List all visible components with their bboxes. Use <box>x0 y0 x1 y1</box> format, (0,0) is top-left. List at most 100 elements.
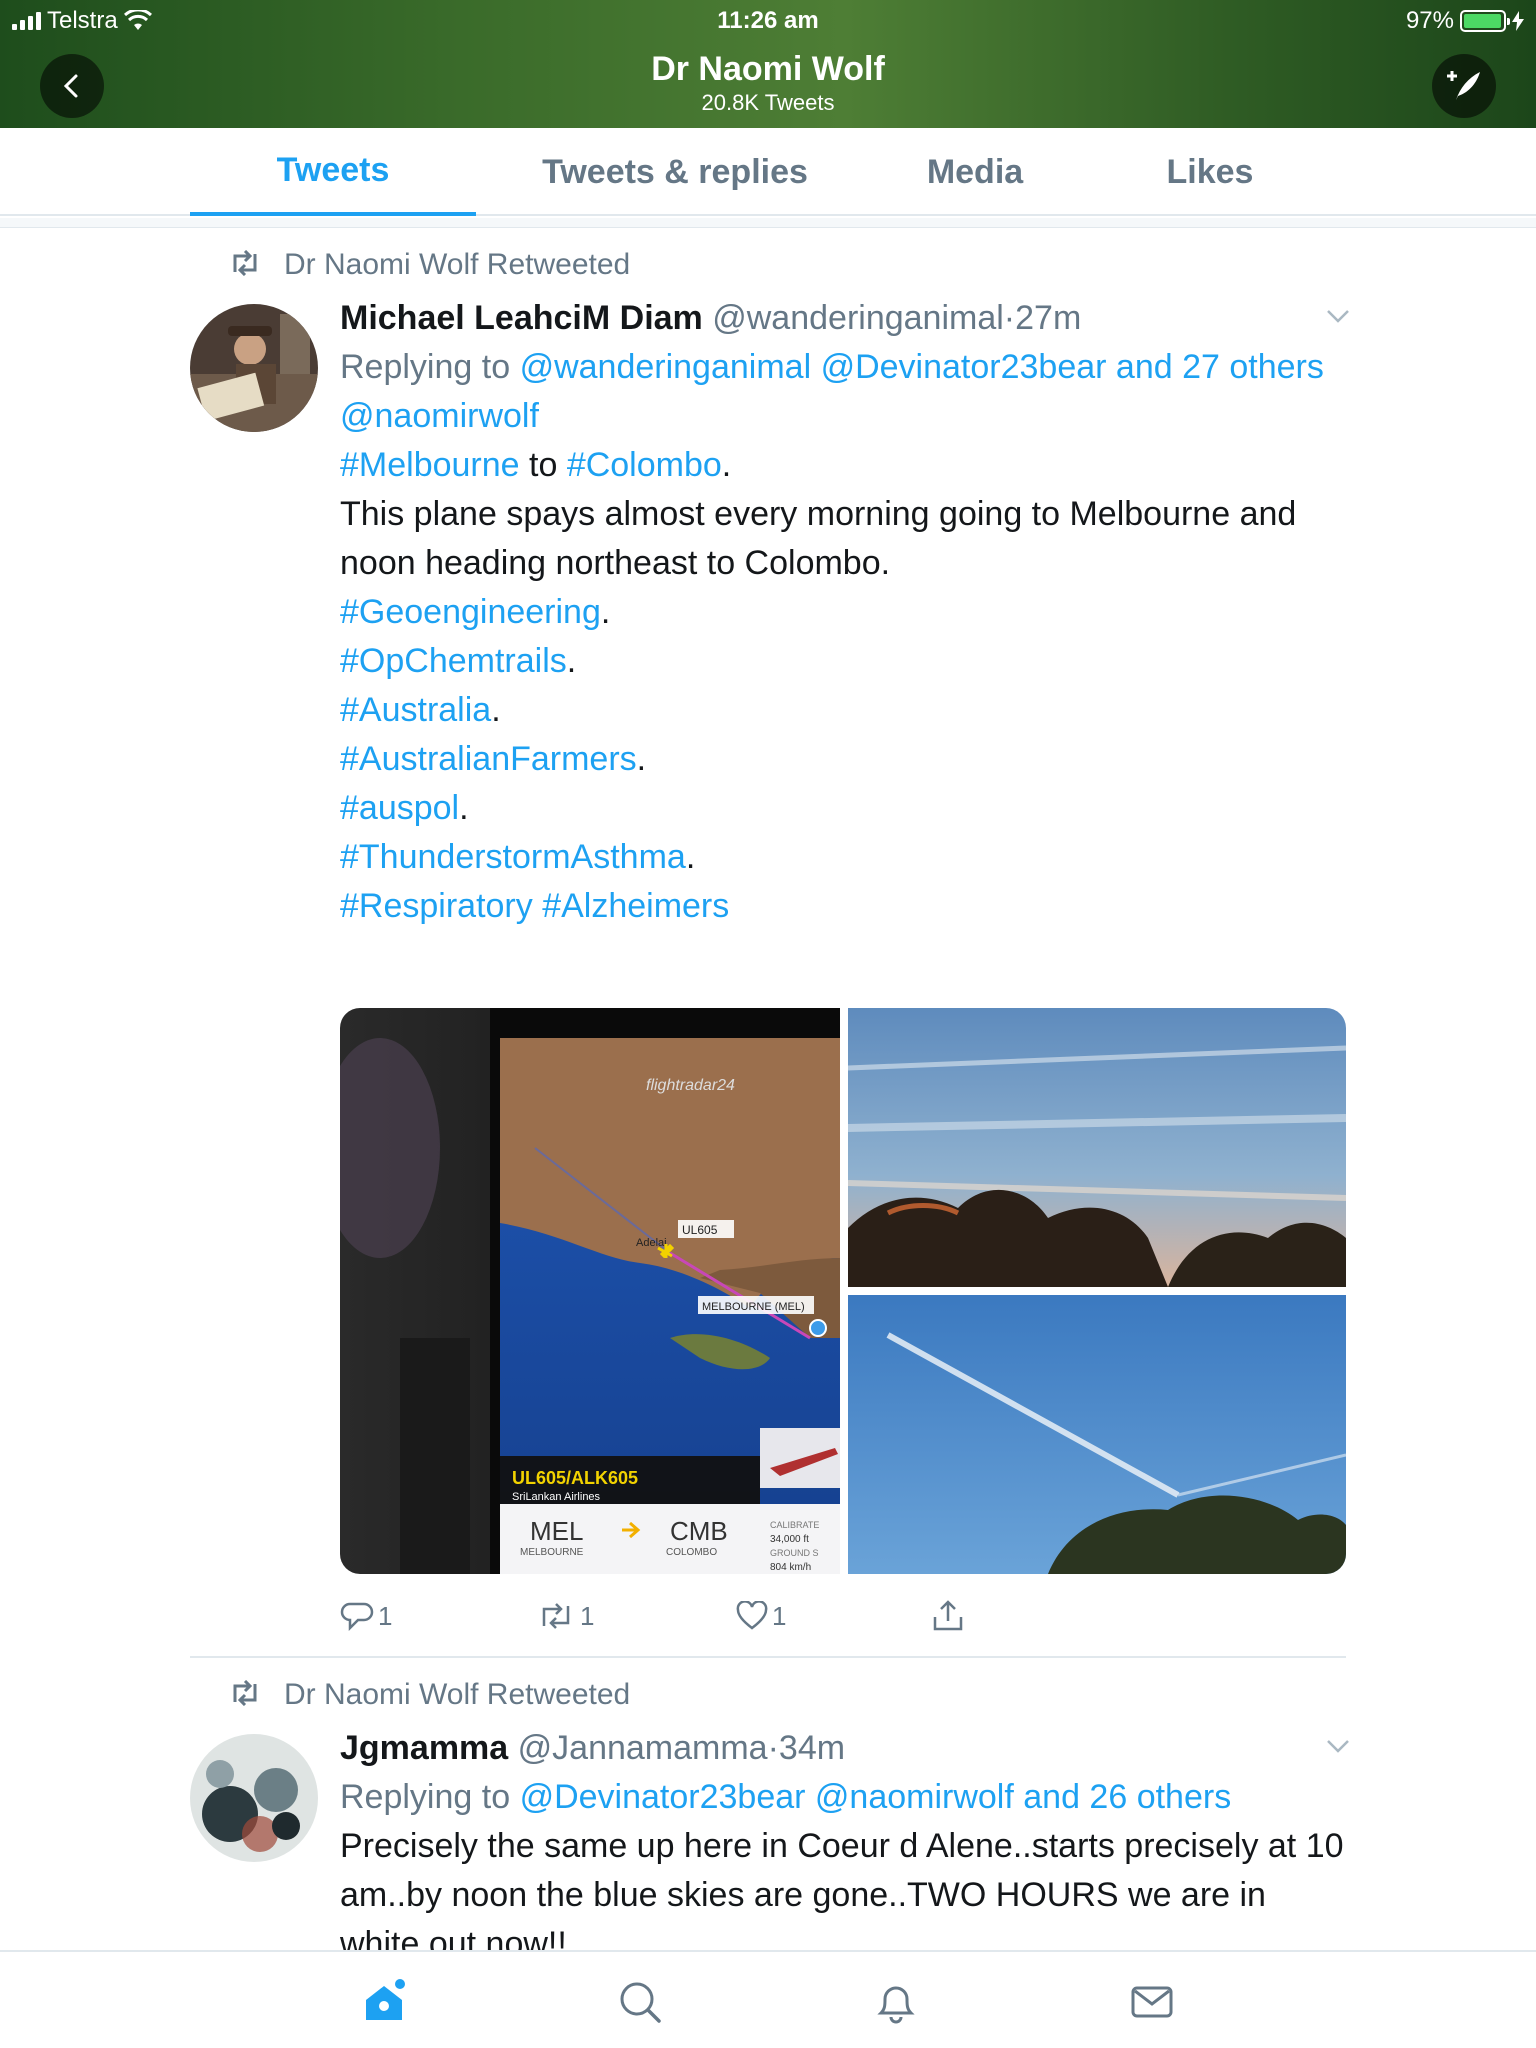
tweet-line: #auspol. <box>340 784 1350 833</box>
hashtag-melbourne[interactable]: #Melbourne <box>340 446 520 484</box>
retweet-icon <box>233 250 257 276</box>
search-icon <box>620 1982 661 2023</box>
tweet-line: #Geoengineering. <box>340 588 1350 637</box>
altitude-value: 34,000 ft <box>770 1534 809 1545</box>
status-bar: Telstra 11:26 am 97% <box>0 0 1536 40</box>
like-button[interactable]: 1 <box>736 1594 786 1638</box>
retweet-icon <box>542 1603 570 1629</box>
period: . <box>636 740 647 778</box>
author-handle[interactable]: @Jannamamma <box>518 1729 768 1767</box>
tweet-text: @naomirwolf #Melbourne to #Colombo. This… <box>340 392 1350 931</box>
share-button[interactable] <box>932 1594 964 1638</box>
tweet-line: #Australia. <box>340 686 1350 735</box>
reply-button[interactable]: 1 <box>340 1594 392 1638</box>
messages-icon <box>1131 1986 1173 2018</box>
retweet-label: Dr Naomi Wolf Retweeted <box>284 248 631 281</box>
mention-link[interactable]: @naomirwolf <box>340 392 1350 441</box>
author-handle[interactable]: @wanderinganimal <box>712 299 1004 337</box>
replying-handles[interactable]: @wanderinganimal @Devinator23bear and 27… <box>520 348 1324 386</box>
separator-dot: · <box>1003 299 1016 337</box>
heart-icon <box>736 1601 768 1630</box>
author-name[interactable]: Michael LeahciM Diam <box>340 299 703 337</box>
replying-handles[interactable]: @Devinator23bear @naomirwolf and 26 othe… <box>520 1778 1232 1816</box>
chevron-down-icon[interactable] <box>1326 308 1350 324</box>
avatar-image <box>190 304 318 432</box>
text-to: to <box>519 446 567 484</box>
avatar[interactable] <box>190 304 318 432</box>
share-icon <box>933 1600 963 1631</box>
tab-media[interactable]: Media <box>880 128 1070 216</box>
app-name-label: flightradar24 <box>646 1077 735 1094</box>
retweet-context: Dr Naomi Wolf Retweeted <box>233 248 631 282</box>
retweet-button[interactable]: 1 <box>536 1594 594 1638</box>
home-icon <box>366 1979 405 2020</box>
speed-label: GROUND S <box>770 1548 819 1558</box>
retweet-label: Dr Naomi Wolf Retweeted <box>284 1678 631 1711</box>
nav-notifications[interactable] <box>868 1974 924 2030</box>
tweet-line: #Melbourne to #Colombo. <box>340 441 1350 490</box>
tweet-header: Jgmamma @Jannamamma·34m <box>340 1724 1350 1773</box>
avatar-image <box>190 1734 318 1862</box>
retweet-count: 1 <box>580 1600 595 1631</box>
replying-to: Replying to @Devinator23bear @naomirwolf… <box>340 1773 1350 1822</box>
tweet-line: #OpChemtrails. <box>340 637 1350 686</box>
sky-photo-contrail[interactable] <box>848 1295 1346 1574</box>
tweet-body-text: This plane spays almost every morning go… <box>340 495 1297 582</box>
to-code: CMB <box>670 1516 728 1546</box>
tab-tweets[interactable]: Tweets <box>190 128 476 216</box>
compose-button[interactable] <box>1432 54 1496 118</box>
retweet-icon <box>233 1680 257 1706</box>
tweet-content: Jgmamma @Jannamamma·34m Replying to @Dev… <box>340 1724 1350 1950</box>
city-label-adelaide: Adelai <box>636 1237 667 1249</box>
replying-to: Replying to @wanderinganimal @Devinator2… <box>340 343 1350 392</box>
period: . <box>600 593 611 631</box>
replying-prefix: Replying to <box>340 1778 511 1816</box>
from-code: MEL <box>530 1516 583 1546</box>
period: . <box>721 446 732 484</box>
altitude-label: CALIBRATE <box>770 1520 819 1530</box>
tweet-header: Michael LeahciM Diam @wanderinganimal·27… <box>340 294 1350 343</box>
avatar[interactable] <box>190 1734 318 1862</box>
hashtag-respiratory-alzheimers[interactable]: #Respiratory #Alzheimers <box>340 882 1350 931</box>
media-grid[interactable]: flightradar24 UL605 Adelai MELBOURNE (ME… <box>340 1008 1346 1574</box>
sky-photo-sunset[interactable] <box>847 1008 1346 1287</box>
replying-prefix: Replying to <box>340 348 511 386</box>
like-count: 1 <box>772 1600 787 1631</box>
nav-messages[interactable] <box>1124 1974 1180 2030</box>
hashtag-thunderstormasthma[interactable]: #ThunderstormAsthma <box>340 838 686 876</box>
hashtag-opchemtrails[interactable]: #OpChemtrails <box>340 642 567 680</box>
period: . <box>566 642 577 680</box>
to-city: COLOMBO <box>666 1547 717 1558</box>
compose-tweet-icon <box>1447 71 1480 100</box>
profile-header: Telstra 11:26 am 97% Dr Naomi Wolf 20.8K… <box>0 0 1536 128</box>
tweet-content: Michael LeahciM Diam @wanderinganimal·27… <box>340 294 1350 931</box>
tab-tweets-replies[interactable]: Tweets & replies <box>520 128 830 216</box>
flight-tracker-photo[interactable]: flightradar24 UL605 Adelai MELBOURNE (ME… <box>340 1008 840 1574</box>
tabs-divider <box>0 218 1536 228</box>
hashtag-australia[interactable]: #Australia <box>340 691 491 729</box>
tab-likes[interactable]: Likes <box>1110 128 1310 216</box>
period: . <box>491 691 501 729</box>
reply-count: 1 <box>378 1600 393 1631</box>
chevron-down-icon[interactable] <box>1326 1738 1350 1754</box>
from-city: MELBOURNE <box>520 1547 584 1558</box>
tweet-divider <box>190 1656 1346 1658</box>
tweet[interactable]: Dr Naomi Wolf Retweeted Jgmamma @Jannama… <box>0 1660 1536 1950</box>
flight-label: UL605 <box>682 1223 718 1237</box>
tweet-count: 20.8K Tweets <box>701 90 835 115</box>
callsign-label: UL605/ALK605 <box>512 1468 638 1488</box>
hashtag-auspol[interactable]: #auspol <box>340 789 459 827</box>
tweet-time: 34m <box>778 1729 846 1767</box>
hashtag-australianfarmers[interactable]: #AustralianFarmers <box>340 740 637 778</box>
nav-home[interactable] <box>356 1974 412 2030</box>
author-name[interactable]: Jgmamma <box>340 1729 508 1767</box>
city-label-melbourne: MELBOURNE (MEL) <box>702 1301 805 1313</box>
status-time: 11:26 am <box>717 7 819 34</box>
charging-icon <box>1512 11 1524 31</box>
tweet-actions: 1 1 1 <box>340 1594 1040 1638</box>
hashtag-colombo[interactable]: #Colombo <box>567 446 722 484</box>
nav-search[interactable] <box>612 1974 668 2030</box>
speed-value: 804 km/h <box>770 1562 811 1573</box>
hashtag-geoengineering[interactable]: #Geoengineering <box>340 593 601 631</box>
tweet-time: 27m <box>1015 299 1082 337</box>
